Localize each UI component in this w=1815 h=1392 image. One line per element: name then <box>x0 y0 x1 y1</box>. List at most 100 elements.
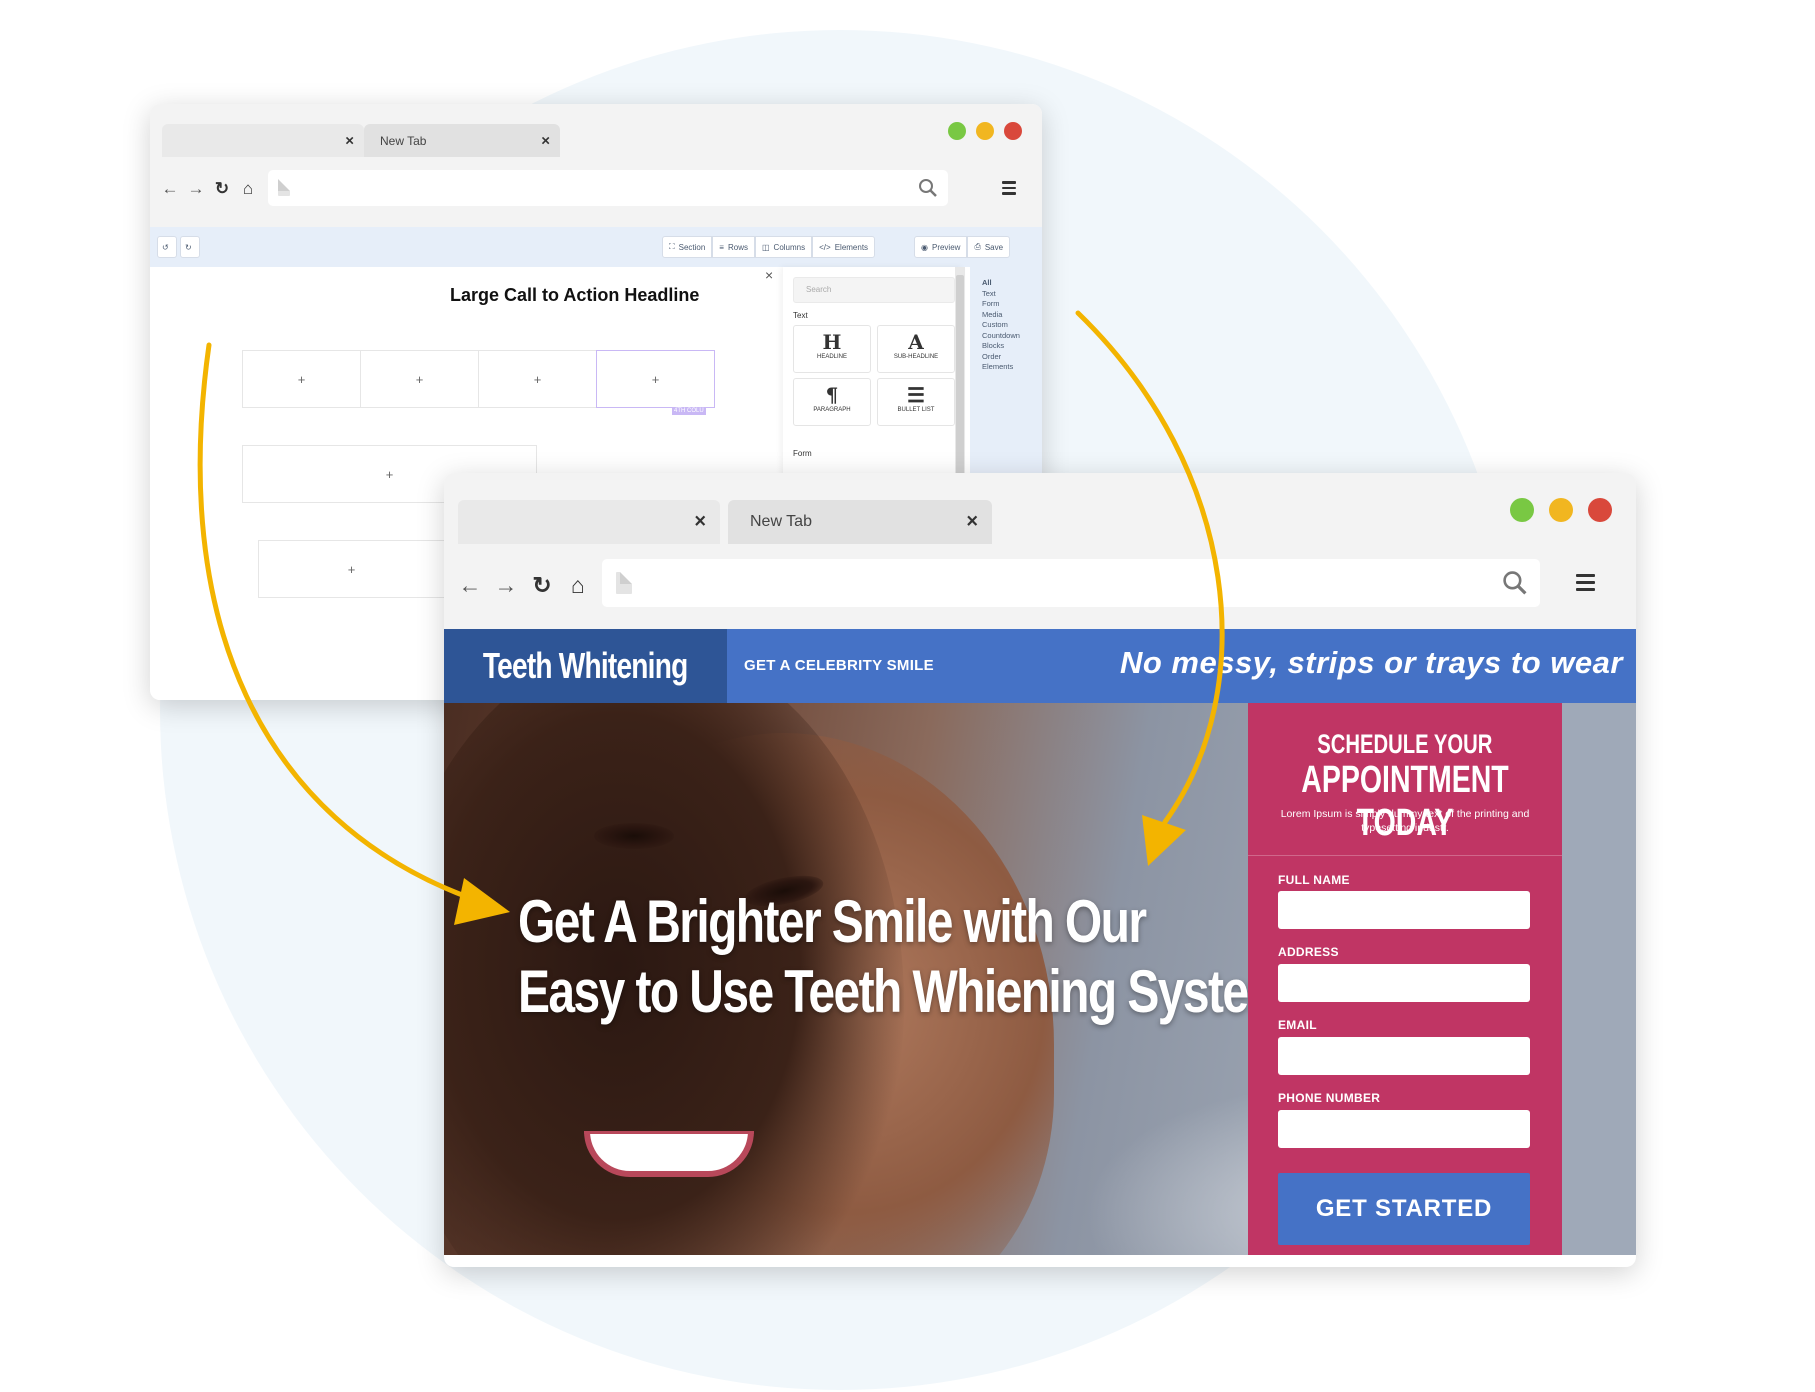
form-section-label: Form <box>793 449 812 458</box>
tab-close-icon[interactable]: × <box>345 132 354 149</box>
forward-arrow-icon[interactable]: → <box>186 179 206 199</box>
close-dot-icon[interactable] <box>1004 122 1022 140</box>
appointment-form: SCHEDULE YOUR APPOINTMENT TODAY Lorem Ip… <box>1248 703 1562 1255</box>
maximize-dot-icon[interactable] <box>1510 498 1534 522</box>
form-title-text: SCHEDULE YOUR <box>1317 729 1493 759</box>
address-bar[interactable] <box>602 559 1540 607</box>
brand-text: Teeth Whitening <box>483 645 688 686</box>
address-bar[interactable] <box>268 170 948 206</box>
minimize-dot-icon[interactable] <box>976 122 994 140</box>
back-arrow-icon[interactable]: ← <box>456 572 484 599</box>
minimize-dot-icon[interactable] <box>1549 498 1573 522</box>
header-tagline: GET A CELEBRITY SMILE <box>744 657 934 674</box>
category-item[interactable]: Elements <box>982 362 1042 373</box>
full-name-field[interactable] <box>1278 891 1530 929</box>
nav-bar: ← → ↻ ⌂ <box>444 544 1636 629</box>
element-name: SUB-HEADLINE <box>893 354 939 360</box>
redo-button[interactable]: ↻ <box>180 236 200 258</box>
reload-icon[interactable]: ↻ <box>212 179 232 199</box>
category-item[interactable]: Custom <box>982 320 1042 331</box>
close-dot-icon[interactable] <box>1588 498 1612 522</box>
row-cell[interactable]: + <box>258 540 445 598</box>
tab-new-tab[interactable]: New Tab × <box>728 500 992 544</box>
elements-button[interactable]: </> Elements <box>812 236 876 258</box>
preview-button[interactable]: ◉ Preview <box>914 236 968 258</box>
header-slogan: No messy, strips or trays to wear <box>1120 645 1623 680</box>
text-section-label: Text <box>793 311 808 320</box>
get-started-button[interactable]: GET STARTED <box>1278 1173 1530 1245</box>
reload-icon[interactable]: ↻ <box>528 572 556 599</box>
save-button[interactable]: ⎙ Save <box>967 236 1011 258</box>
category-item[interactable]: All <box>982 278 1042 289</box>
stage: × New Tab × ← → ↻ ⌂ ↺ ↻ ⛶ Section ≡ Rows… <box>0 0 1815 1392</box>
section-button[interactable]: ⛶ Section <box>662 236 713 258</box>
paragraph-icon: ¶ <box>825 383 839 407</box>
category-item[interactable]: Form <box>982 299 1042 310</box>
builder-buttons: ⛶ Section ≡ Rows ◫ Columns </> Elements <box>662 236 876 258</box>
window-controls <box>1510 498 1612 522</box>
tab-close-icon[interactable]: × <box>541 132 550 149</box>
category-item[interactable]: Media <box>982 310 1042 321</box>
landing-page: Teeth Whitening GET A CELEBRITY SMILE No… <box>444 629 1636 1255</box>
address-field[interactable] <box>1278 964 1530 1002</box>
tab-blank[interactable]: × <box>162 124 364 157</box>
hero-headline-line: Easy to Use Teeth Whiening System <box>518 958 1290 1025</box>
column-cell[interactable]: + <box>242 350 361 408</box>
column-cell[interactable]: + <box>360 350 479 408</box>
category-item[interactable]: Blocks <box>982 341 1042 352</box>
home-icon[interactable]: ⌂ <box>238 179 258 199</box>
hero-headline-line: Get A Brighter Smile with Our <box>518 888 1147 955</box>
rows-button[interactable]: ≡ Rows <box>712 236 755 258</box>
phone-number-field[interactable] <box>1278 1110 1530 1148</box>
column-cell[interactable]: + <box>478 350 597 408</box>
category-item[interactable]: Order <box>982 352 1042 363</box>
back-arrow-icon[interactable]: ← <box>160 179 180 199</box>
save-label: Save <box>984 242 1004 252</box>
form-description: Lorem Ipsum is simply dummy text of the … <box>1280 808 1530 834</box>
panel-close-icon[interactable]: × <box>765 267 773 283</box>
maximize-dot-icon[interactable] <box>948 122 966 140</box>
element-name: BULLET LIST <box>897 407 935 413</box>
element-name: PARAGRAPH <box>813 407 851 413</box>
tab-bar: × New Tab × <box>150 104 1042 157</box>
tab-blank[interactable]: × <box>458 500 720 544</box>
home-icon[interactable]: ⌂ <box>564 572 592 599</box>
menu-icon[interactable] <box>1002 181 1016 195</box>
nav-buttons: ← → ↻ ⌂ <box>160 179 258 199</box>
selected-column-tag: 4TH COLU <box>672 407 706 415</box>
paragraph-element[interactable]: ¶ PARAGRAPH <box>793 378 871 426</box>
search-icon[interactable] <box>1502 570 1528 596</box>
landing-browser-window: × New Tab × ← → ↻ ⌂ Teeth Whitening GET … <box>444 473 1636 1267</box>
nav-bar: ← → ↻ ⌂ <box>150 157 1042 227</box>
section-label: Section <box>678 242 706 252</box>
menu-icon[interactable] <box>1576 574 1595 591</box>
bullet-list-element[interactable]: ☰ BULLET LIST <box>877 378 955 426</box>
search-icon[interactable] <box>918 178 938 198</box>
category-item[interactable]: Text <box>982 289 1042 300</box>
cta-headline[interactable]: Large Call to Action Headline <box>450 285 699 306</box>
window-controls <box>948 122 1022 140</box>
email-field[interactable] <box>1278 1037 1530 1075</box>
elements-label: Elements <box>834 242 869 252</box>
category-item[interactable]: Countdown <box>982 331 1042 342</box>
headline-element[interactable]: H HEADLINE <box>793 325 871 373</box>
sub-headline-element[interactable]: A SUB-HEADLINE <box>877 325 955 373</box>
tab-close-icon[interactable]: × <box>694 511 706 534</box>
brand-logo[interactable]: Teeth Whitening <box>444 629 727 703</box>
forward-arrow-icon[interactable]: → <box>492 572 520 599</box>
tab-close-icon[interactable]: × <box>966 511 978 534</box>
hero-eye-shape <box>594 823 674 849</box>
columns-button[interactable]: ◫ Columns <box>754 236 813 258</box>
element-search-input[interactable]: Search <box>793 277 955 303</box>
scroll-thumb[interactable] <box>956 275 964 475</box>
form-divider <box>1248 855 1562 856</box>
undo-button[interactable]: ↺ <box>157 236 177 258</box>
columns-label: Columns <box>773 242 806 252</box>
tab-new-tab[interactable]: New Tab × <box>364 124 560 157</box>
address-label: ADDRESS <box>1278 945 1339 959</box>
save-icon: ⎙ <box>974 242 981 251</box>
editor-toolbar: ↺ ↻ ⛶ Section ≡ Rows ◫ Columns </> Elements … <box>150 227 1042 267</box>
landing-header: Teeth Whitening GET A CELEBRITY SMILE No… <box>444 629 1636 703</box>
column-cell-selected[interactable]: + <box>596 350 715 408</box>
panel-scrollbar[interactable] <box>955 267 965 477</box>
